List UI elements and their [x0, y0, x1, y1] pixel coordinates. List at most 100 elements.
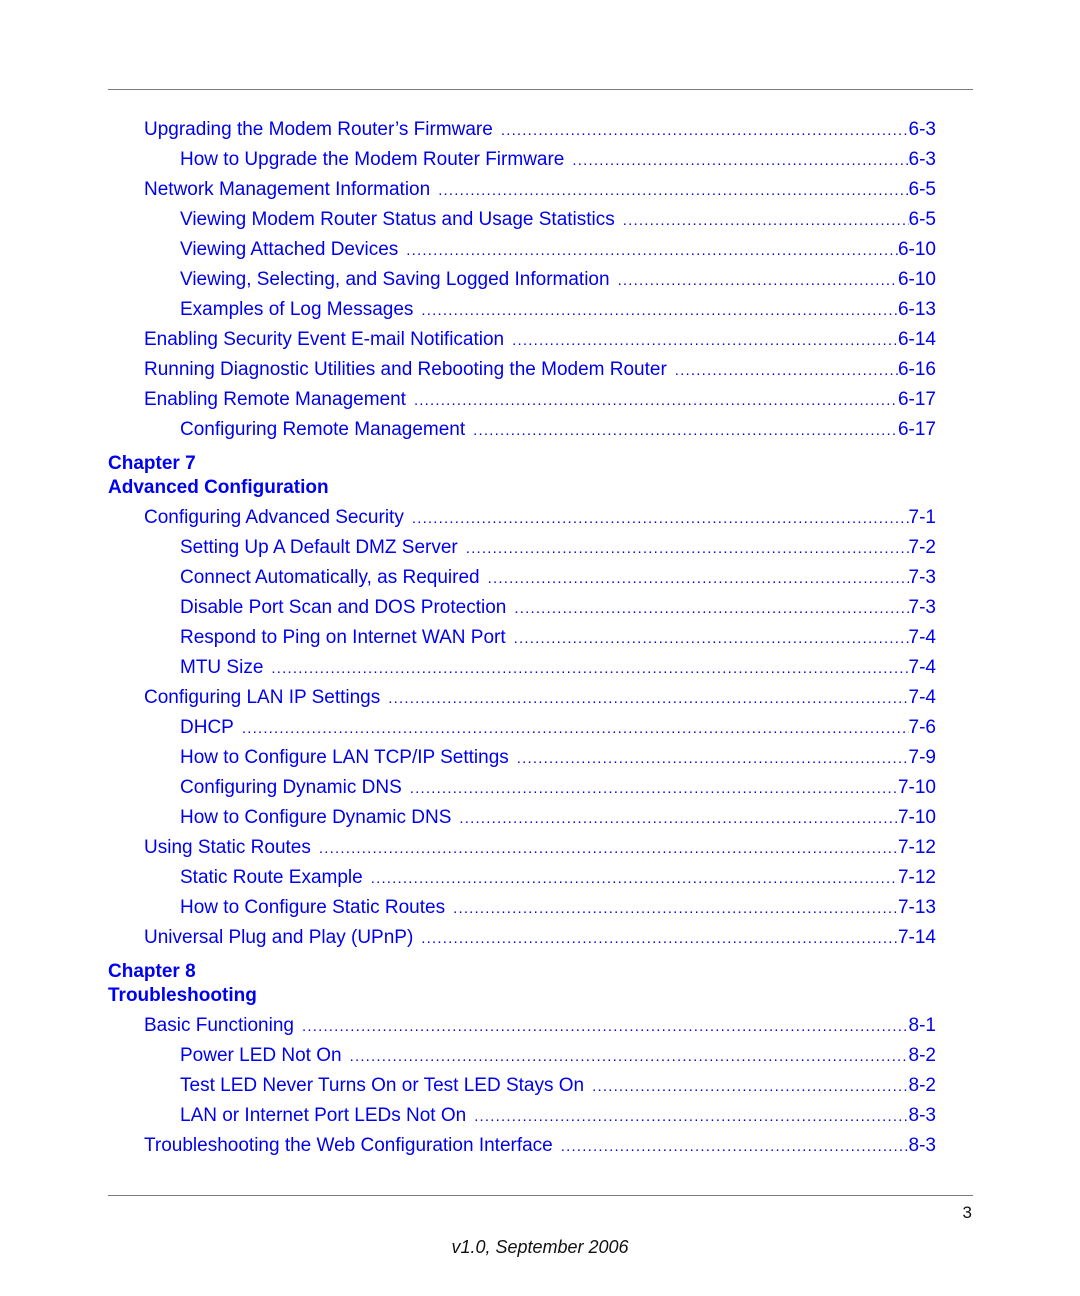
- toc-entry[interactable]: Viewing Modem Router Status and Usage St…: [180, 209, 936, 239]
- toc-entry-title: Network Management Information: [144, 179, 431, 200]
- toc-entry-title: Test LED Never Turns On or Test LED Stay…: [180, 1075, 585, 1096]
- toc-entry[interactable]: Configuring Dynamic DNS 7-10: [180, 777, 936, 807]
- dot-leader: [302, 1018, 909, 1035]
- toc-entry-page: 6-10: [897, 239, 936, 260]
- toc-entry-title: MTU Size: [180, 657, 264, 678]
- toc-entry[interactable]: Static Route Example 7-12: [180, 867, 936, 897]
- dot-leader: [592, 1078, 908, 1095]
- toc-entry-title: Viewing Attached Devices: [180, 239, 399, 260]
- toc-entry[interactable]: Universal Plug and Play (UPnP) 7-14: [144, 927, 936, 957]
- toc-entry[interactable]: Configuring LAN IP Settings 7-4: [144, 687, 936, 717]
- dot-leader: [517, 750, 909, 767]
- toc-entry[interactable]: Enabling Remote Management 6-17: [144, 389, 936, 419]
- toc-entry[interactable]: How to Configure LAN TCP/IP Settings 7-9: [180, 747, 936, 777]
- chapter-8-heading[interactable]: Chapter 8 Troubleshooting: [108, 960, 257, 1008]
- toc-entry[interactable]: DHCP 7-6: [180, 717, 936, 747]
- dot-leader: [572, 152, 908, 169]
- toc-entry[interactable]: Enabling Security Event E-mail Notificat…: [144, 329, 936, 359]
- dot-leader: [459, 810, 898, 827]
- toc-entry-page: 7-13: [897, 897, 936, 918]
- toc-entry-page: 8-2: [908, 1075, 936, 1096]
- toc-entry[interactable]: Configuring Remote Management 6-17: [180, 419, 936, 449]
- toc-entry-page: 7-12: [897, 867, 936, 888]
- toc-entry-title: Upgrading the Modem Router’s Firmware: [144, 119, 493, 140]
- toc-entry[interactable]: Troubleshooting the Web Configuration In…: [144, 1135, 936, 1165]
- dot-leader: [388, 690, 908, 707]
- toc-entry-title: Enabling Security Event E-mail Notificat…: [144, 329, 505, 350]
- toc-entry-title: Basic Functioning: [144, 1015, 294, 1036]
- dot-leader: [410, 780, 898, 797]
- dot-leader: [421, 930, 898, 947]
- dot-leader: [271, 660, 908, 677]
- toc-entry[interactable]: Respond to Ping on Internet WAN Port 7-4: [180, 627, 936, 657]
- dot-leader: [414, 392, 898, 409]
- toc-entry[interactable]: Configuring Advanced Security 7-1: [144, 507, 936, 537]
- toc-entry[interactable]: LAN or Internet Port LEDs Not On 8-3: [180, 1105, 936, 1135]
- toc-entry-title: How to Configure Dynamic DNS: [180, 807, 452, 828]
- dot-leader: [618, 272, 898, 289]
- toc-entry[interactable]: Setting Up A Default DMZ Server 7-2: [180, 537, 936, 567]
- toc-entry[interactable]: Test LED Never Turns On or Test LED Stay…: [180, 1075, 936, 1105]
- toc-entry-title: Examples of Log Messages: [180, 299, 414, 320]
- toc-entry[interactable]: Examples of Log Messages 6-13: [180, 299, 936, 329]
- toc-entry[interactable]: Basic Functioning 8-1: [144, 1015, 936, 1045]
- toc-entry-title: Troubleshooting the Web Configuration In…: [144, 1135, 553, 1156]
- toc-entry[interactable]: Viewing, Selecting, and Saving Logged In…: [180, 269, 936, 299]
- toc-entry-page: 6-14: [897, 329, 936, 350]
- dot-leader: [488, 570, 909, 587]
- dot-leader: [501, 122, 909, 139]
- dot-leader: [473, 422, 898, 439]
- dot-leader: [242, 720, 909, 737]
- dot-leader: [371, 870, 898, 887]
- toc-entry-title: Enabling Remote Management: [144, 389, 406, 410]
- toc-entry-page: 7-1: [908, 507, 936, 528]
- toc-entry-page: 6-5: [908, 209, 936, 230]
- toc-entry[interactable]: Upgrading the Modem Router’s Firmware 6-3: [144, 119, 936, 149]
- toc-entry-title: Static Route Example: [180, 867, 363, 888]
- toc-entry-page: 6-10: [897, 269, 936, 290]
- toc-entry[interactable]: How to Upgrade the Modem Router Firmware…: [180, 149, 936, 179]
- toc-entry-title: Setting Up A Default DMZ Server: [180, 537, 458, 558]
- toc-entry-page: 7-6: [908, 717, 936, 738]
- toc-entry[interactable]: Viewing Attached Devices 6-10: [180, 239, 936, 269]
- toc-entry-title: LAN or Internet Port LEDs Not On: [180, 1105, 467, 1126]
- toc-entry-page: 6-16: [897, 359, 936, 380]
- dot-leader: [319, 840, 898, 857]
- page-number: 3: [962, 1203, 972, 1222]
- chapter-8-title: Troubleshooting: [108, 985, 257, 1006]
- dot-leader: [675, 362, 898, 379]
- chapter-7-heading[interactable]: Chapter 7 Advanced Configuration: [108, 452, 329, 500]
- toc-entry-page: 7-9: [908, 747, 936, 768]
- toc-entry-page: 6-3: [908, 119, 936, 140]
- toc-entry-title: Configuring Dynamic DNS: [180, 777, 402, 798]
- toc-entry-page: 8-3: [908, 1135, 936, 1156]
- toc-entry[interactable]: Running Diagnostic Utilities and Rebooti…: [144, 359, 936, 389]
- toc-entry[interactable]: Disable Port Scan and DOS Protection 7-3: [180, 597, 936, 627]
- toc-entry[interactable]: Network Management Information 6-5: [144, 179, 936, 209]
- toc-entry[interactable]: Power LED Not On 8-2: [180, 1045, 936, 1075]
- toc-entry[interactable]: How to Configure Static Routes 7-13: [180, 897, 936, 927]
- toc-entry[interactable]: How to Configure Dynamic DNS 7-10: [180, 807, 936, 837]
- toc-entry-page: 7-12: [897, 837, 936, 858]
- dot-leader: [466, 540, 909, 557]
- header-rule: [108, 89, 973, 90]
- toc-entry-page: 7-2: [908, 537, 936, 558]
- toc-entry-title: How to Configure Static Routes: [180, 897, 446, 918]
- toc-entry-page: 8-2: [908, 1045, 936, 1066]
- toc-entry-title: Connect Automatically, as Required: [180, 567, 480, 588]
- dot-leader: [474, 1108, 908, 1125]
- toc-entry-title: Using Static Routes: [144, 837, 311, 858]
- toc-entry-title: Respond to Ping on Internet WAN Port: [180, 627, 506, 648]
- dot-leader: [512, 332, 898, 349]
- dot-leader: [453, 900, 898, 917]
- toc-entry[interactable]: MTU Size 7-4: [180, 657, 936, 687]
- toc-entry[interactable]: Connect Automatically, as Required 7-3: [180, 567, 936, 597]
- toc-entry-title: How to Configure LAN TCP/IP Settings: [180, 747, 509, 768]
- toc-entry-title: Viewing Modem Router Status and Usage St…: [180, 209, 615, 230]
- toc-entry-page: 7-14: [897, 927, 936, 948]
- toc-entry-page: 7-3: [908, 567, 936, 588]
- toc-entry-title: Power LED Not On: [180, 1045, 342, 1066]
- toc-entry-page: 7-4: [908, 657, 936, 678]
- toc-entry-title: How to Upgrade the Modem Router Firmware: [180, 149, 565, 170]
- toc-entry[interactable]: Using Static Routes 7-12: [144, 837, 936, 867]
